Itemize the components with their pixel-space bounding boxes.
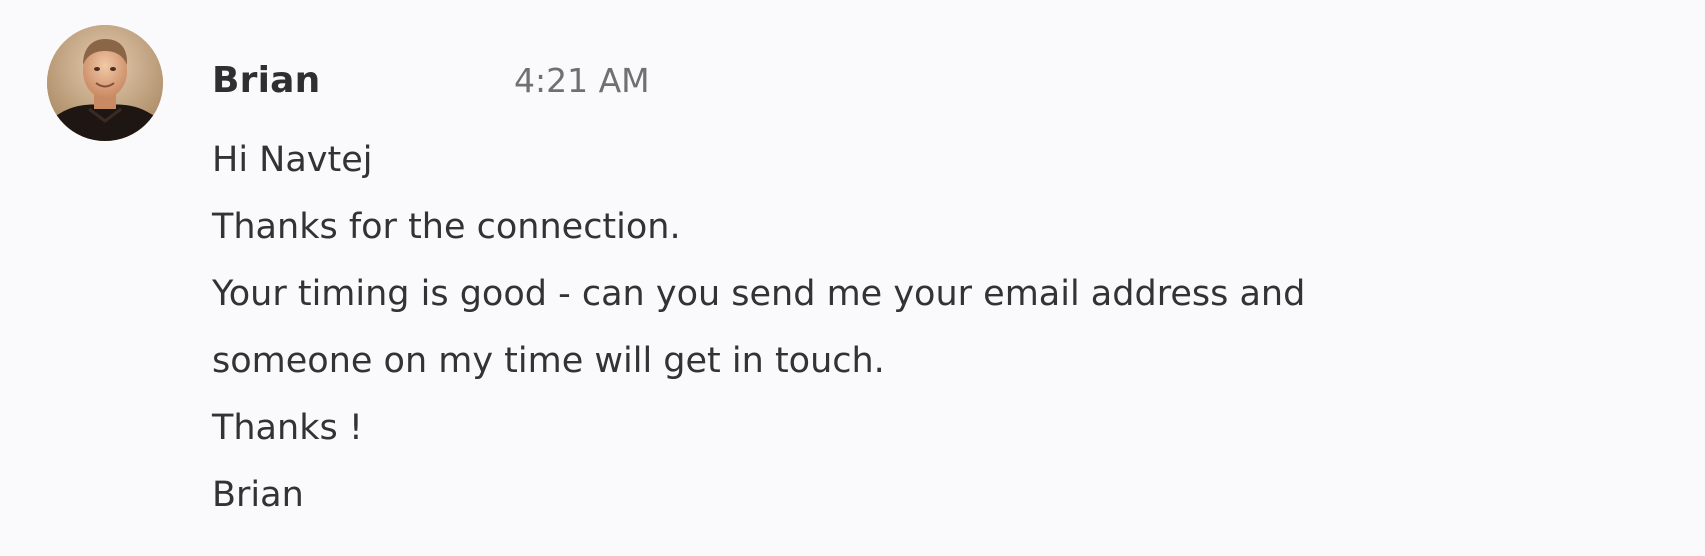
sender-avatar[interactable]	[47, 25, 163, 141]
message-timestamp: 4:21 AM	[514, 60, 650, 100]
message-line: Brian	[212, 475, 304, 515]
avatar-photo-icon	[47, 25, 163, 141]
message-line: someone on my time will get in touch.	[212, 341, 885, 381]
sender-name[interactable]: Brian	[212, 60, 320, 101]
message-line: Thanks for the connection.	[212, 207, 681, 247]
message-body: Hi Navtej Thanks for the connection. You…	[212, 127, 1662, 529]
chat-message: Brian 4:21 AM Hi Navtej Thanks for the c…	[0, 0, 1705, 556]
message-line: Your timing is good - can you send me yo…	[212, 274, 1306, 314]
message-line: Hi Navtej	[212, 140, 373, 180]
message-header: Brian 4:21 AM	[212, 52, 650, 108]
message-line: Thanks !	[212, 408, 363, 448]
